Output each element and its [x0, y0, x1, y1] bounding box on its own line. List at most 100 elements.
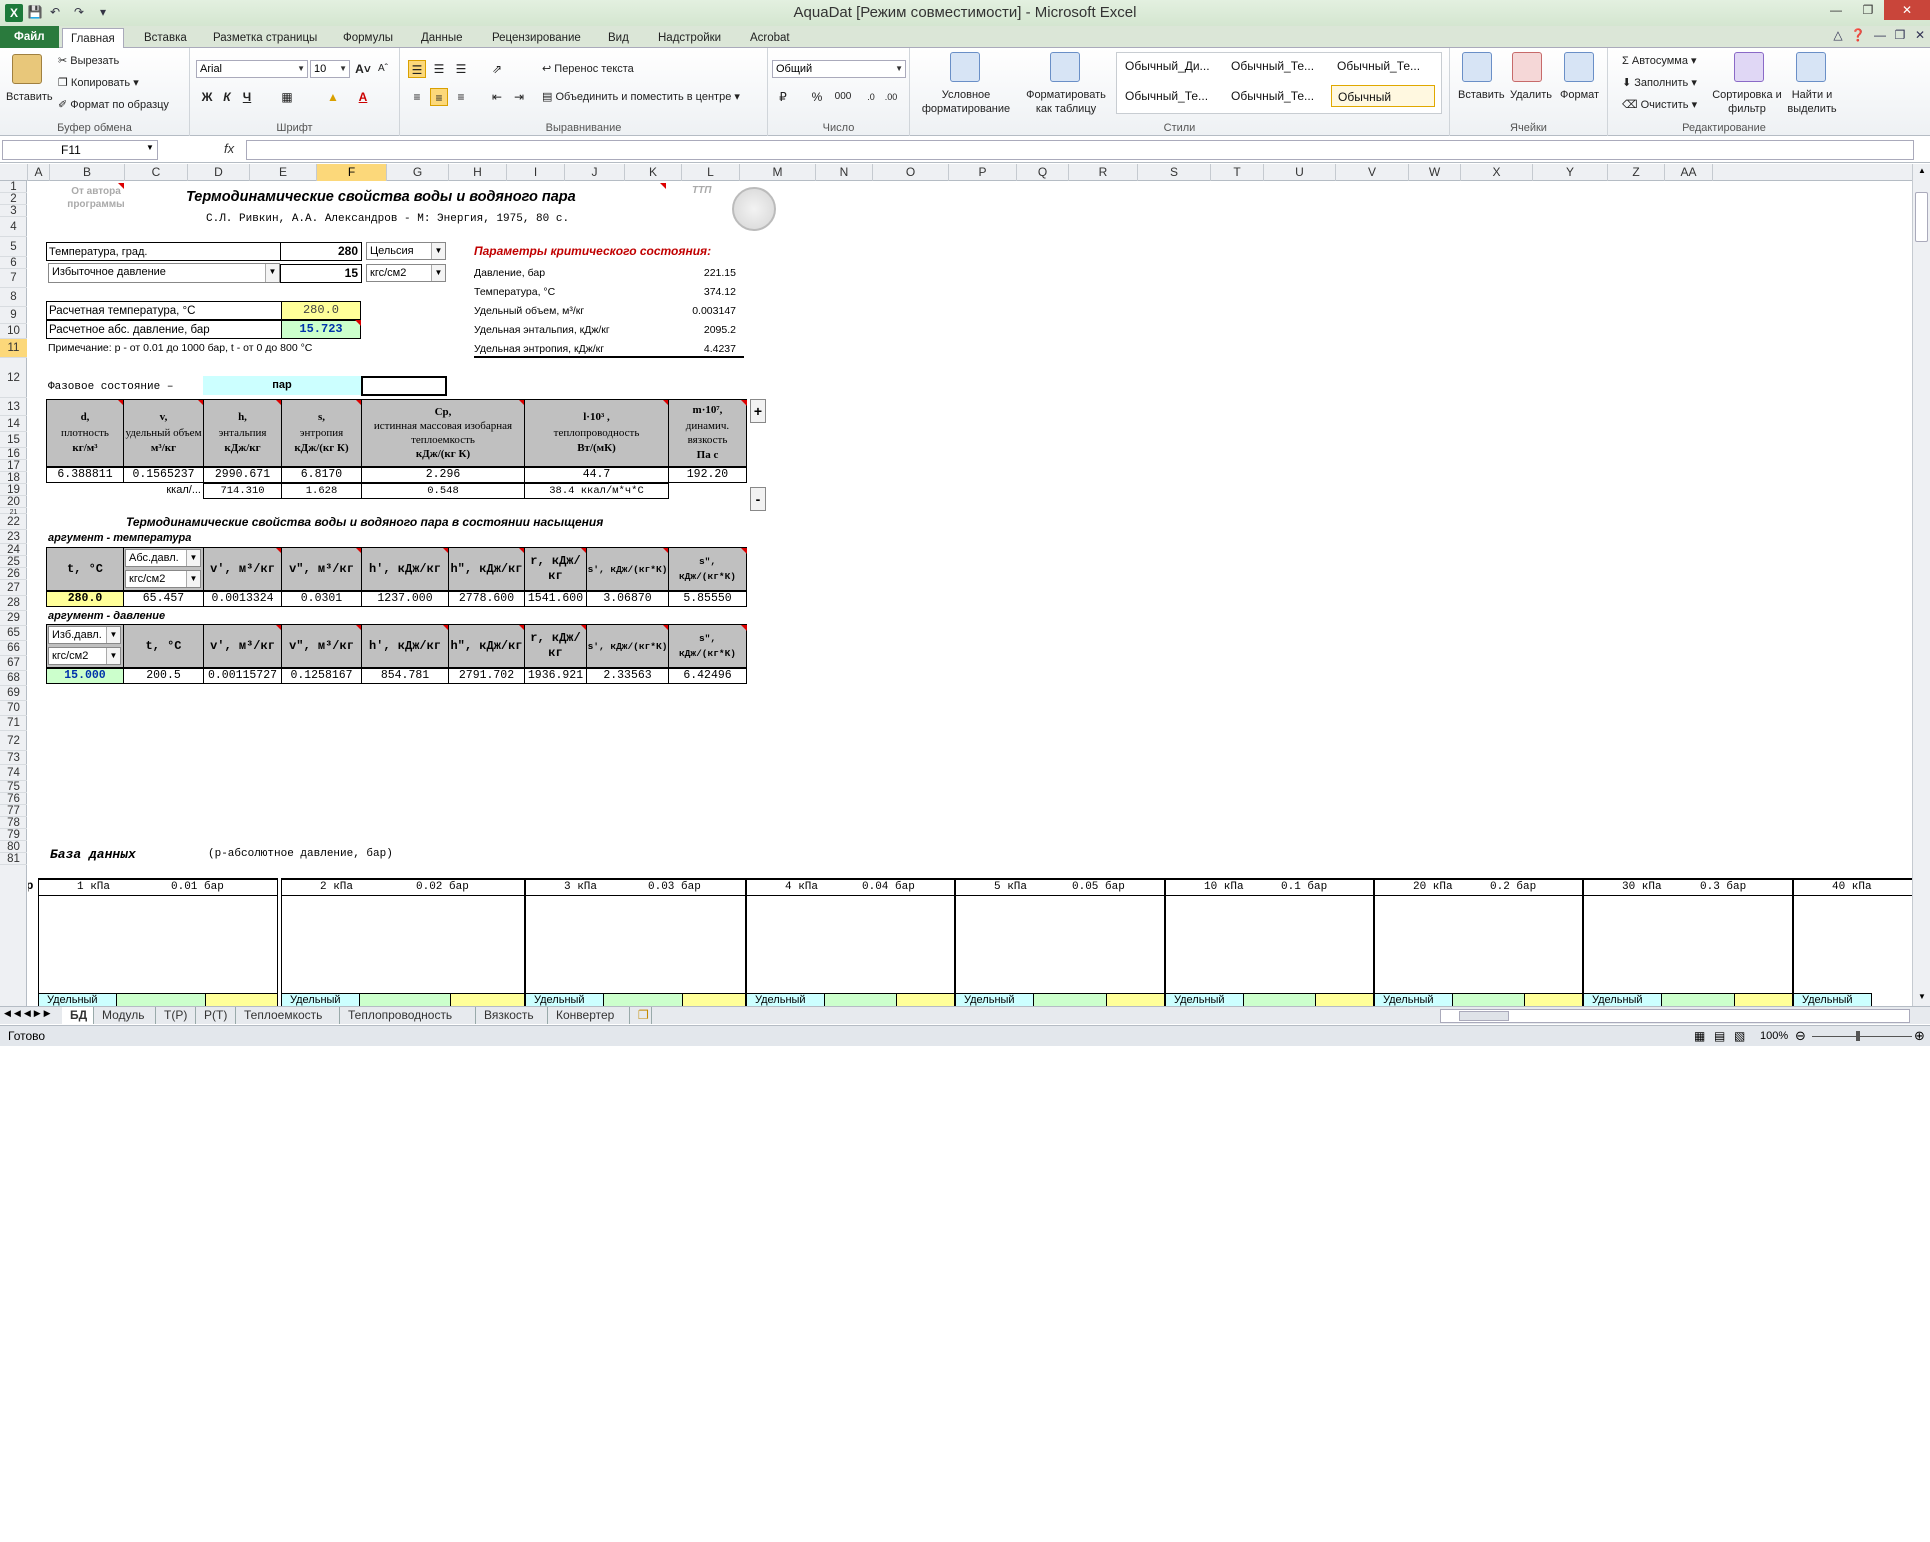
column-header[interactable]: K	[625, 164, 682, 181]
tab-file[interactable]: Файл	[0, 26, 59, 48]
help-icon[interactable]: ❓	[1850, 28, 1866, 42]
row-header[interactable]: 24	[0, 544, 27, 556]
column-header[interactable]: R	[1069, 164, 1138, 181]
row-header[interactable]: 11	[0, 339, 27, 358]
column-header[interactable]: O	[873, 164, 949, 181]
column-header[interactable]: C	[125, 164, 188, 181]
decrease-decimal-icon[interactable]: .00	[882, 88, 900, 106]
name-box-dropdown-icon[interactable]: ▼	[146, 143, 154, 152]
tab-formulas[interactable]: Формулы	[335, 28, 401, 48]
ribbon-minimize-icon[interactable]: △	[1830, 28, 1846, 42]
format-painter-button[interactable]: ✐ Формат по образцу	[58, 98, 169, 112]
style-cell-normal[interactable]: Обычный	[1331, 85, 1435, 107]
selected-cell-f11[interactable]	[361, 376, 447, 396]
temp-input[interactable]: 280	[280, 242, 362, 261]
row-header[interactable]: 19	[0, 484, 27, 496]
tab-page-layout[interactable]: Разметка страницы	[205, 28, 325, 48]
font-color-icon[interactable]: A	[354, 88, 372, 106]
row-header[interactable]: 7	[0, 269, 27, 288]
select-all-corner[interactable]	[0, 164, 28, 181]
pressure-type-select[interactable]: Изб.давл. ▼	[48, 626, 121, 644]
doc-restore-icon[interactable]: ❐	[1892, 28, 1908, 42]
orientation-icon[interactable]: ⇗	[488, 60, 506, 78]
scroll-thumb[interactable]	[1915, 192, 1928, 242]
style-cell[interactable]: Обычный_Те...	[1331, 55, 1435, 77]
column-header[interactable]: I	[507, 164, 565, 181]
worksheet[interactable]: От автора программы Термодинамические св…	[28, 181, 1912, 1006]
collapse-minus-button[interactable]: -	[750, 487, 766, 511]
zoom-out-icon[interactable]: ⊖	[1795, 1028, 1806, 1044]
row-header[interactable]: 67	[0, 656, 27, 671]
row-header[interactable]: 71	[0, 716, 27, 731]
row-header[interactable]: 77	[0, 805, 27, 817]
column-header[interactable]: J	[565, 164, 625, 181]
increase-indent-icon[interactable]: ⇥	[510, 88, 528, 106]
column-header[interactable]: X	[1461, 164, 1533, 181]
row-header[interactable]: 20	[0, 496, 27, 508]
column-header[interactable]: M	[740, 164, 816, 181]
sheet-tab[interactable]: P(T)	[196, 1007, 236, 1024]
normal-view-icon[interactable]: ▦	[1694, 1029, 1705, 1043]
increase-decimal-icon[interactable]: .0	[862, 88, 880, 106]
format-cells-icon[interactable]	[1564, 52, 1594, 82]
scroll-down-icon[interactable]: ▼	[1915, 990, 1929, 1004]
insert-cells-icon[interactable]	[1462, 52, 1492, 82]
row-header[interactable]: 65	[0, 626, 27, 641]
font-size-select[interactable]: 10 ▼	[310, 60, 350, 78]
grow-font-button[interactable]: A˅	[354, 60, 372, 78]
sheet-tab[interactable]: Конвертер	[548, 1007, 630, 1024]
format-table-icon[interactable]	[1050, 52, 1080, 82]
style-cell[interactable]: Обычный_Те...	[1119, 85, 1223, 107]
copy-button[interactable]: ❐ Копировать ▾	[58, 76, 139, 90]
fx-icon[interactable]: fx	[224, 141, 234, 156]
formula-input[interactable]	[246, 140, 1914, 160]
row-header[interactable]: 66	[0, 641, 27, 656]
column-header[interactable]: L	[682, 164, 740, 181]
row-header[interactable]: 80	[0, 841, 27, 853]
name-box[interactable]: F11	[2, 140, 158, 160]
delete-cells-icon[interactable]	[1512, 52, 1542, 82]
merge-center-button[interactable]: ▤ Объединить и поместить в центре ▾	[542, 90, 740, 104]
row-header[interactable]: 69	[0, 686, 27, 701]
delete-cells-button[interactable]: Удалить	[1510, 88, 1552, 102]
row-header[interactable]: 18	[0, 472, 27, 484]
column-header[interactable]: Y	[1533, 164, 1608, 181]
saturation-value[interactable]: 280.0	[46, 591, 124, 607]
row-header[interactable]: 68	[0, 671, 27, 686]
zoom-slider[interactable]	[1812, 1036, 1912, 1037]
vertical-scrollbar[interactable]: ▲ ▼	[1912, 164, 1930, 1006]
page-break-view-icon[interactable]: ▧	[1734, 1029, 1745, 1043]
row-header[interactable]: 17	[0, 460, 27, 472]
align-right-icon[interactable]: ≡	[452, 88, 470, 106]
sheet-nav-icon[interactable]: ◀◀◀▶▶	[4, 1008, 54, 1019]
pressure-unit-select[interactable]: кгс/см2 ▼	[125, 570, 201, 588]
pressure-unit-select[interactable]: кгс/см2 ▼	[366, 264, 446, 282]
row-header[interactable]: 74	[0, 765, 27, 781]
column-header[interactable]: T	[1211, 164, 1264, 181]
row-header[interactable]: 9	[0, 307, 27, 324]
column-header[interactable]: S	[1138, 164, 1211, 181]
underline-button[interactable]: Ч	[238, 88, 256, 106]
column-header[interactable]: H	[449, 164, 507, 181]
row-header[interactable]: 13	[0, 398, 27, 416]
insert-cells-button[interactable]: Вставить	[1458, 88, 1505, 102]
column-header[interactable]: W	[1409, 164, 1461, 181]
currency-icon[interactable]: ₽	[774, 88, 792, 106]
column-header[interactable]: N	[816, 164, 873, 181]
format-cells-button[interactable]: Формат	[1560, 88, 1599, 102]
doc-minimize-icon[interactable]: —	[1872, 28, 1888, 42]
page-layout-view-icon[interactable]: ▤	[1714, 1029, 1725, 1043]
sort-filter-button[interactable]: Сортировка и фильтр	[1712, 88, 1782, 116]
column-header[interactable]: AA	[1665, 164, 1713, 181]
restore-icon[interactable]: ❐	[1852, 0, 1884, 20]
tab-insert[interactable]: Вставка	[136, 28, 195, 48]
format-table-button[interactable]: Форматировать как таблицу	[1018, 88, 1114, 116]
column-header[interactable]: V	[1336, 164, 1409, 181]
column-header[interactable]: Z	[1608, 164, 1665, 181]
autosum-button[interactable]: Σ Автосумма ▾	[1622, 54, 1697, 68]
bold-button[interactable]: Ж	[198, 88, 216, 106]
row-header[interactable]: 78	[0, 817, 27, 829]
align-middle-icon[interactable]: ☰	[430, 60, 448, 78]
style-cell[interactable]: Обычный_Те...	[1225, 55, 1329, 77]
column-header[interactable]: A	[28, 164, 50, 181]
